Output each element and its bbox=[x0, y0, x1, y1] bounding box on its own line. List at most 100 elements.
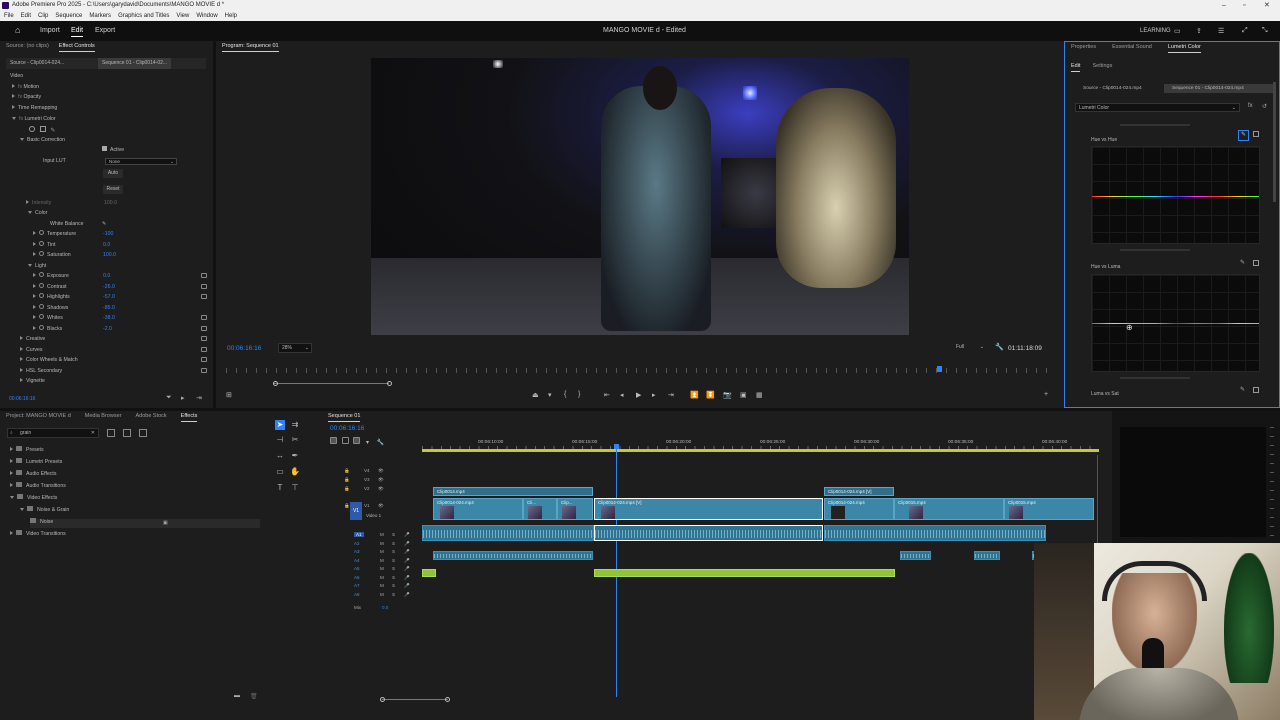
safe-margins-icon[interactable]: ▦ bbox=[756, 391, 763, 399]
menu-window[interactable]: Window bbox=[196, 11, 217, 21]
video-track-label[interactable]: V1 bbox=[364, 503, 370, 508]
hue-vs-hue-enable-checkbox[interactable] bbox=[1253, 131, 1259, 137]
type-tool-icon[interactable]: T bbox=[275, 483, 285, 493]
work-area-bar[interactable] bbox=[422, 449, 1099, 452]
expand-icon[interactable] bbox=[10, 531, 13, 535]
zoom-handle-right[interactable] bbox=[387, 381, 392, 386]
voiceover-record-icon[interactable]: 🎤 bbox=[404, 592, 410, 598]
snap-icon[interactable] bbox=[341, 437, 349, 444]
maximize-icon[interactable]: ▫ bbox=[1243, 0, 1245, 11]
pen-tool-icon[interactable]: ✒ bbox=[290, 451, 300, 461]
eyedropper-icon-2[interactable]: ✎ bbox=[1240, 259, 1245, 266]
timeline-zoom-scrollbar[interactable] bbox=[382, 699, 448, 700]
reset-parameter-icon[interactable] bbox=[201, 283, 207, 289]
mute-track-button[interactable]: M bbox=[380, 541, 384, 546]
solo-track-button[interactable]: S bbox=[392, 566, 395, 571]
fullscreen-icon[interactable]: ⤡ bbox=[1262, 27, 1268, 35]
yuv-effects-icon[interactable] bbox=[139, 429, 147, 437]
audio-track-label[interactable]: A4 bbox=[354, 558, 360, 563]
expand-icon[interactable] bbox=[33, 304, 36, 309]
v1-clip-7[interactable]: Clip0015.mp4 bbox=[1004, 498, 1094, 520]
ellipse-mask-icon[interactable] bbox=[29, 126, 35, 132]
effects-tree-item[interactable]: Audio Effects bbox=[10, 469, 56, 479]
color-saturation-row[interactable]: Saturation 100.0 bbox=[33, 250, 116, 260]
pen-mask-icon[interactable]: ✎ bbox=[50, 128, 56, 134]
track-select-tool-icon[interactable]: ⇉ bbox=[290, 420, 300, 430]
filter-icon[interactable]: ⏷ bbox=[166, 394, 172, 402]
stopwatch-icon[interactable] bbox=[39, 314, 44, 319]
tab-edit[interactable]: Edit bbox=[71, 27, 84, 37]
add-marker-icon[interactable]: ⏏ bbox=[532, 391, 539, 399]
v1-source-patch[interactable]: V1 bbox=[350, 502, 362, 520]
toggle-output-icon[interactable]: 👁 bbox=[378, 468, 384, 474]
comparison-view-icon[interactable]: ▣ bbox=[740, 391, 747, 399]
effects-tree-item[interactable]: Presets bbox=[10, 445, 44, 455]
stopwatch-icon[interactable] bbox=[39, 272, 44, 277]
v2-clip-1[interactable]: Clip0014.mp4 bbox=[433, 487, 593, 496]
go-to-in-icon[interactable]: ⇤ bbox=[604, 391, 610, 399]
hand-tool-icon[interactable]: ✋ bbox=[290, 467, 300, 477]
color-temperature-row[interactable]: Temperature -100 bbox=[33, 229, 113, 239]
basic-correction-heading[interactable]: Basic Correction bbox=[20, 135, 65, 145]
stopwatch-icon[interactable] bbox=[39, 324, 44, 330]
a2-clip-2[interactable] bbox=[900, 551, 931, 560]
v1-clip-6[interactable]: Clip0015.mp4 bbox=[894, 498, 1004, 520]
solo-track-button[interactable]: S bbox=[392, 592, 395, 597]
add-button-icon[interactable]: + bbox=[1044, 391, 1048, 398]
expand-icon[interactable] bbox=[33, 231, 36, 235]
tab-export[interactable]: Export bbox=[95, 27, 115, 34]
effect-controls-timecode[interactable]: 00:06:16:16 bbox=[9, 396, 35, 402]
mark-out-icon[interactable]: } bbox=[578, 391, 580, 398]
panels-menu-icon[interactable]: ☰ bbox=[1218, 27, 1224, 35]
monitor-settings-icon[interactable]: ⊞ bbox=[226, 391, 232, 399]
mute-track-button[interactable]: M bbox=[380, 583, 384, 588]
tab-effect-controls[interactable]: Effect Controls bbox=[58, 41, 95, 52]
a1-clip-3[interactable] bbox=[824, 525, 1046, 541]
voiceover-record-icon[interactable]: 🎤 bbox=[404, 541, 410, 547]
param-value[interactable]: 100.0 bbox=[103, 250, 116, 260]
param-value[interactable]: -57.0 bbox=[103, 292, 115, 302]
voiceover-record-icon[interactable]: 🎤 bbox=[404, 532, 410, 538]
audio-track-label[interactable]: A8 bbox=[354, 592, 360, 597]
effect-time-remapping[interactable]: Time Remapping bbox=[12, 103, 57, 113]
menu-edit[interactable]: Edit bbox=[21, 11, 31, 21]
a1-clip-1[interactable] bbox=[422, 525, 594, 541]
v1-clip-selected[interactable]: Clip0014-024.mp4 [V] bbox=[594, 498, 823, 520]
export-icon[interactable]: ⇥ bbox=[196, 394, 202, 402]
export-frame-icon[interactable]: 📷 bbox=[723, 391, 732, 399]
stopwatch-icon[interactable] bbox=[39, 230, 44, 235]
accelerated-effects-icon[interactable] bbox=[107, 429, 115, 437]
reset-parameter-icon[interactable] bbox=[201, 336, 207, 341]
section-curves[interactable]: Curves bbox=[20, 345, 42, 355]
light-contrast-row[interactable]: Contrast -26.0 bbox=[33, 282, 115, 292]
delete-icon[interactable]: 🗑 bbox=[250, 693, 258, 700]
expand-icon[interactable] bbox=[10, 471, 13, 475]
tab-settings[interactable]: Settings bbox=[1092, 61, 1112, 72]
ruler-ticks[interactable] bbox=[422, 446, 1099, 449]
zoom-dropdown[interactable]: 28% ⌄ bbox=[278, 343, 312, 353]
mix-value[interactable]: 0.0 bbox=[382, 605, 388, 610]
marker-icon[interactable]: ▾ bbox=[548, 391, 552, 399]
rectangle-tool-icon[interactable]: ▭ bbox=[275, 467, 285, 477]
param-value[interactable]: -85.0 bbox=[103, 303, 115, 313]
tab-sequence-01[interactable]: Sequence 01 bbox=[328, 411, 361, 422]
eyedropper-icon[interactable]: ✎ bbox=[1238, 130, 1249, 141]
tab-essential-sound[interactable]: Essential Sound bbox=[1112, 42, 1152, 53]
fx-toggle-icon[interactable]: fx bbox=[1248, 103, 1253, 109]
home-icon[interactable]: ⌂ bbox=[15, 25, 20, 35]
lumetri-effect-dropdown[interactable]: Lumetri Color ⌄ bbox=[1075, 103, 1240, 112]
solo-track-button[interactable]: S bbox=[392, 558, 395, 563]
mute-track-button[interactable]: M bbox=[380, 575, 384, 580]
extract-icon[interactable]: ⏬ bbox=[706, 391, 715, 399]
zoom-scrollbar[interactable] bbox=[274, 383, 389, 384]
toggle-output-icon[interactable]: 👁 bbox=[378, 486, 384, 492]
lock-track-icon[interactable]: 🔒 bbox=[344, 486, 350, 492]
vertical-type-tool-icon[interactable]: ⊤ bbox=[290, 483, 300, 493]
step-forward-icon[interactable]: ▸ bbox=[652, 391, 656, 399]
effect-lumetri-color[interactable]: fx Lumetri Color bbox=[12, 114, 56, 124]
solo-track-button[interactable]: S bbox=[392, 532, 395, 537]
minimize-icon[interactable]: – bbox=[1222, 0, 1226, 11]
param-value[interactable]: -2.0 bbox=[103, 324, 112, 334]
lock-track-icon[interactable]: 🔒 bbox=[344, 468, 350, 474]
linked-selection-icon[interactable] bbox=[353, 437, 361, 444]
